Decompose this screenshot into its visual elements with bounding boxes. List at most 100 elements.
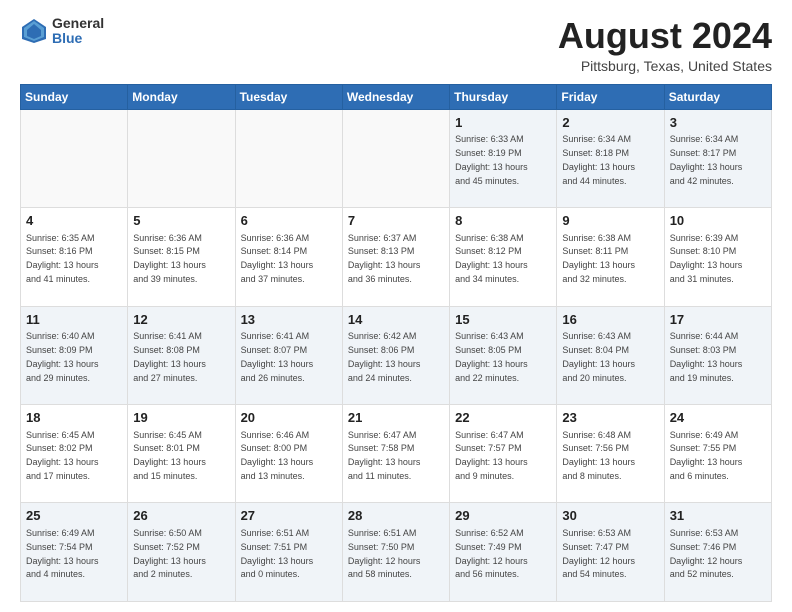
calendar-cell: 28 Sunrise: 6:51 AM Sunset: 7:50 PM Dayli… [342,503,449,602]
day-info: Sunrise: 6:51 AM Sunset: 7:50 PM Dayligh… [348,528,421,579]
day-number: 25 [26,507,122,525]
day-number: 14 [348,311,444,329]
day-info: Sunrise: 6:49 AM Sunset: 7:54 PM Dayligh… [26,528,99,579]
calendar-cell: 10Sunrise: 6:39 AM Sunset: 8:10 PM Dayli… [664,208,771,306]
calendar-week-row: 11 Sunrise: 6:40 AM Sunset: 8:09 PM Dayli… [21,306,772,404]
calendar-day-header: Tuesday [235,84,342,109]
day-info: Sunrise: 6:40 AM Sunset: 8:09 PM Dayligh… [26,331,99,382]
calendar-table: SundayMondayTuesdayWednesdayThursdayFrid… [20,84,772,602]
day-info: Sunrise: 6:33 AM Sunset: 8:19 PM Dayligh… [455,134,528,185]
day-info: Sunrise: 6:44 AM Sunset: 8:03 PM Dayligh… [670,331,743,382]
logo: General Blue [20,16,104,47]
day-info: Sunrise: 6:38 AM Sunset: 8:11 PM Dayligh… [562,233,635,284]
day-info: Sunrise: 6:43 AM Sunset: 8:04 PM Dayligh… [562,331,635,382]
calendar-cell [21,109,128,207]
day-number: 4 [26,212,122,230]
calendar-cell: 26 Sunrise: 6:50 AM Sunset: 7:52 PM Dayli… [128,503,235,602]
day-info: Sunrise: 6:35 AM Sunset: 8:16 PM Dayligh… [26,233,99,284]
calendar-cell: 9 Sunrise: 6:38 AM Sunset: 8:11 PM Daylig… [557,208,664,306]
calendar-cell: 30Sunrise: 6:53 AM Sunset: 7:47 PM Dayli… [557,503,664,602]
calendar-day-header: Friday [557,84,664,109]
main-title: August 2024 [558,16,772,56]
calendar-header-row: SundayMondayTuesdayWednesdayThursdayFrid… [21,84,772,109]
day-info: Sunrise: 6:34 AM Sunset: 8:18 PM Dayligh… [562,134,635,185]
calendar-day-header: Thursday [450,84,557,109]
calendar-cell: 29Sunrise: 6:52 AM Sunset: 7:49 PM Dayli… [450,503,557,602]
day-number: 7 [348,212,444,230]
calendar-cell [128,109,235,207]
calendar-cell [342,109,449,207]
calendar-cell: 15 Sunrise: 6:43 AM Sunset: 8:05 PM Dayli… [450,306,557,404]
day-number: 10 [670,212,766,230]
day-info: Sunrise: 6:50 AM Sunset: 7:52 PM Dayligh… [133,528,206,579]
day-info: Sunrise: 6:53 AM Sunset: 7:47 PM Dayligh… [562,528,635,579]
calendar-day-header: Saturday [664,84,771,109]
logo-blue-text: Blue [52,31,104,46]
calendar-week-row: 25 Sunrise: 6:49 AM Sunset: 7:54 PM Dayli… [21,503,772,602]
day-info: Sunrise: 6:36 AM Sunset: 8:15 PM Dayligh… [133,233,206,284]
day-info: Sunrise: 6:38 AM Sunset: 8:12 PM Dayligh… [455,233,528,284]
day-info: Sunrise: 6:49 AM Sunset: 7:55 PM Dayligh… [670,430,743,481]
page: General Blue August 2024 Pittsburg, Texa… [0,0,792,612]
day-number: 23 [562,409,658,427]
calendar-cell: 25 Sunrise: 6:49 AM Sunset: 7:54 PM Dayli… [21,503,128,602]
day-info: Sunrise: 6:41 AM Sunset: 8:07 PM Dayligh… [241,331,314,382]
calendar-cell: 7 Sunrise: 6:37 AM Sunset: 8:13 PM Daylig… [342,208,449,306]
calendar-cell: 8 Sunrise: 6:38 AM Sunset: 8:12 PM Daylig… [450,208,557,306]
day-info: Sunrise: 6:47 AM Sunset: 7:57 PM Dayligh… [455,430,528,481]
day-number: 18 [26,409,122,427]
calendar-cell: 16Sunrise: 6:43 AM Sunset: 8:04 PM Dayli… [557,306,664,404]
calendar-cell: 3 Sunrise: 6:34 AM Sunset: 8:17 PM Daylig… [664,109,771,207]
day-info: Sunrise: 6:51 AM Sunset: 7:51 PM Dayligh… [241,528,314,579]
calendar-cell: 12Sunrise: 6:41 AM Sunset: 8:08 PM Dayli… [128,306,235,404]
calendar-cell: 21 Sunrise: 6:47 AM Sunset: 7:58 PM Dayli… [342,405,449,503]
day-number: 24 [670,409,766,427]
calendar-day-header: Monday [128,84,235,109]
day-number: 8 [455,212,551,230]
day-info: Sunrise: 6:43 AM Sunset: 8:05 PM Dayligh… [455,331,528,382]
day-number: 28 [348,507,444,525]
logo-text: General Blue [52,16,104,47]
logo-icon [20,17,48,45]
day-info: Sunrise: 6:45 AM Sunset: 8:02 PM Dayligh… [26,430,99,481]
day-number: 15 [455,311,551,329]
day-info: Sunrise: 6:46 AM Sunset: 8:00 PM Dayligh… [241,430,314,481]
day-number: 11 [26,311,122,329]
day-number: 26 [133,507,229,525]
day-number: 20 [241,409,337,427]
calendar-cell: 2 Sunrise: 6:34 AM Sunset: 8:18 PM Daylig… [557,109,664,207]
calendar-cell: 31 Sunrise: 6:53 AM Sunset: 7:46 PM Dayli… [664,503,771,602]
day-number: 19 [133,409,229,427]
day-info: Sunrise: 6:53 AM Sunset: 7:46 PM Dayligh… [670,528,743,579]
day-info: Sunrise: 6:37 AM Sunset: 8:13 PM Dayligh… [348,233,421,284]
calendar-cell: 14 Sunrise: 6:42 AM Sunset: 8:06 PM Dayli… [342,306,449,404]
day-info: Sunrise: 6:42 AM Sunset: 8:06 PM Dayligh… [348,331,421,382]
calendar-week-row: 4 Sunrise: 6:35 AM Sunset: 8:16 PM Daylig… [21,208,772,306]
calendar-cell: 11 Sunrise: 6:40 AM Sunset: 8:09 PM Dayli… [21,306,128,404]
day-number: 1 [455,114,551,132]
day-number: 27 [241,507,337,525]
day-number: 22 [455,409,551,427]
day-info: Sunrise: 6:47 AM Sunset: 7:58 PM Dayligh… [348,430,421,481]
calendar-cell: 20 Sunrise: 6:46 AM Sunset: 8:00 PM Dayli… [235,405,342,503]
day-info: Sunrise: 6:36 AM Sunset: 8:14 PM Dayligh… [241,233,314,284]
calendar-cell: 18 Sunrise: 6:45 AM Sunset: 8:02 PM Dayli… [21,405,128,503]
calendar-cell: 4 Sunrise: 6:35 AM Sunset: 8:16 PM Daylig… [21,208,128,306]
day-number: 2 [562,114,658,132]
day-number: 5 [133,212,229,230]
day-info: Sunrise: 6:34 AM Sunset: 8:17 PM Dayligh… [670,134,743,185]
calendar-cell: 27 Sunrise: 6:51 AM Sunset: 7:51 PM Dayli… [235,503,342,602]
title-block: August 2024 Pittsburg, Texas, United Sta… [558,16,772,74]
day-number: 9 [562,212,658,230]
logo-general-text: General [52,16,104,31]
calendar-cell: 19Sunrise: 6:45 AM Sunset: 8:01 PM Dayli… [128,405,235,503]
day-number: 31 [670,507,766,525]
day-number: 3 [670,114,766,132]
calendar-day-header: Wednesday [342,84,449,109]
calendar-cell: 5 Sunrise: 6:36 AM Sunset: 8:15 PM Daylig… [128,208,235,306]
day-number: 21 [348,409,444,427]
day-number: 29 [455,507,551,525]
day-info: Sunrise: 6:41 AM Sunset: 8:08 PM Dayligh… [133,331,206,382]
day-number: 13 [241,311,337,329]
day-info: Sunrise: 6:48 AM Sunset: 7:56 PM Dayligh… [562,430,635,481]
